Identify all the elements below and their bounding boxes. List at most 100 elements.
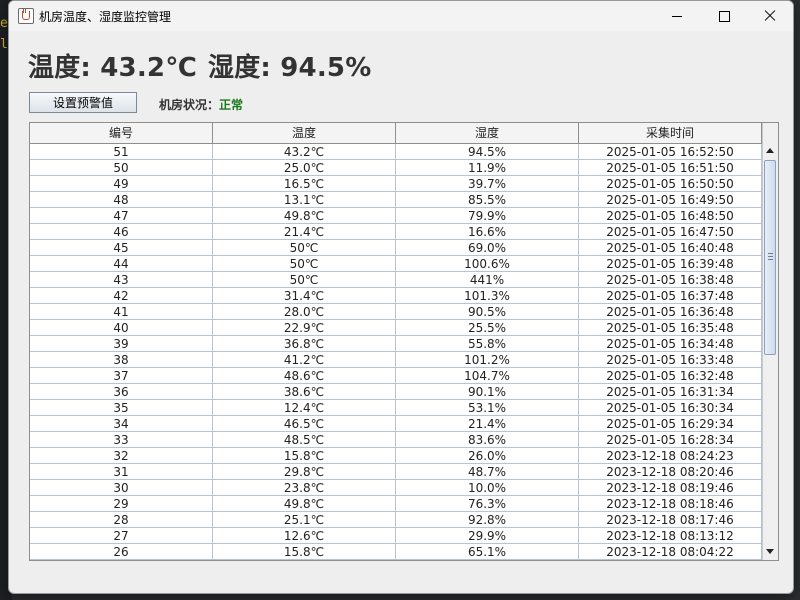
table-cell: 41 [30, 304, 213, 320]
table-cell: 104.7% [396, 368, 579, 384]
table-row[interactable]: 50 25.0℃ 11.9% 2025-01-05 16:51:50 [30, 160, 762, 176]
table-row[interactable]: 49 16.5℃ 39.7% 2025-01-05 16:50:50 [30, 176, 762, 192]
table-cell: 45 [30, 240, 213, 256]
table-cell: 47 [30, 208, 213, 224]
table-cell: 2023-12-18 08:24:23 [579, 448, 762, 464]
table-row[interactable]: 44 50℃ 100.6% 2025-01-05 16:39:48 [30, 256, 762, 272]
table-cell: 83.6% [396, 432, 579, 448]
table-cell: 85.5% [396, 192, 579, 208]
table-row[interactable]: 39 36.8℃ 55.8% 2025-01-05 16:34:48 [30, 336, 762, 352]
table-cell: 50℃ [213, 240, 396, 256]
column-header-id[interactable]: 编号 [30, 123, 213, 143]
table-row[interactable]: 48 13.1℃ 85.5% 2025-01-05 16:49:50 [30, 192, 762, 208]
table-row[interactable]: 28 25.1℃ 92.8% 2023-12-18 08:17:46 [30, 512, 762, 528]
table-row[interactable]: 51 43.2℃ 94.5% 2025-01-05 16:52:50 [30, 144, 762, 160]
maximize-button[interactable] [701, 1, 747, 31]
table-row[interactable]: 36 38.6℃ 90.1% 2025-01-05 16:31:34 [30, 384, 762, 400]
table-cell: 2023-12-18 08:13:12 [579, 528, 762, 544]
table-row[interactable]: 29 49.8℃ 76.3% 2023-12-18 08:18:46 [30, 496, 762, 512]
table-cell: 15.8℃ [213, 544, 396, 560]
room-status: 机房状况：正常 [159, 96, 243, 113]
data-table: 编号 温度 湿度 采集时间 51 43.2℃ 94.5% 2025-01-05 16:… [29, 122, 779, 561]
table-row[interactable]: 26 15.8℃ 65.1% 2023-12-18 08:04:22 [30, 544, 762, 560]
table-cell: 36.8℃ [213, 336, 396, 352]
table-row[interactable]: 31 29.8℃ 48.7% 2023-12-18 08:20:46 [30, 464, 762, 480]
humidity-reading: 湿度: 94.5% [208, 53, 372, 83]
table-cell: 441% [396, 272, 579, 288]
table-cell: 15.8℃ [213, 448, 396, 464]
table-header: 编号 温度 湿度 采集时间 [30, 123, 762, 144]
table-cell: 2025-01-05 16:35:48 [579, 320, 762, 336]
room-status-value: 正常 [219, 98, 244, 112]
table-cell: 31.4℃ [213, 288, 396, 304]
table-cell: 2025-01-05 16:37:48 [579, 288, 762, 304]
scroll-up-arrow-icon[interactable] [763, 143, 778, 159]
table-row[interactable]: 32 15.8℃ 26.0% 2023-12-18 08:24:23 [30, 448, 762, 464]
table-row[interactable]: 30 23.8℃ 10.0% 2023-12-18 08:19:46 [30, 480, 762, 496]
table-cell: 26 [30, 544, 213, 560]
table-cell: 2025-01-05 16:48:50 [579, 208, 762, 224]
app-window: 机房温度、湿度监控管理 温度: 43.2℃ 湿度: 94.5% 设置预警值 机房… [8, 0, 794, 594]
table-cell: 26.0% [396, 448, 579, 464]
table-row[interactable]: 45 50℃ 69.0% 2025-01-05 16:40:48 [30, 240, 762, 256]
table-cell: 21.4% [396, 416, 579, 432]
table-row[interactable]: 40 22.9℃ 25.5% 2025-01-05 16:35:48 [30, 320, 762, 336]
table-cell: 36 [30, 384, 213, 400]
table-cell: 42 [30, 288, 213, 304]
table-row[interactable]: 42 31.4℃ 101.3% 2025-01-05 16:37:48 [30, 288, 762, 304]
set-threshold-button[interactable]: 设置预警值 [29, 92, 137, 113]
table-cell: 2025-01-05 16:40:48 [579, 240, 762, 256]
scroll-down-arrow-icon[interactable] [763, 544, 778, 560]
table-cell: 40 [30, 320, 213, 336]
table-cell: 101.2% [396, 352, 579, 368]
table-row[interactable]: 43 50℃ 441% 2025-01-05 16:38:48 [30, 272, 762, 288]
table-row[interactable]: 41 28.0℃ 90.5% 2025-01-05 16:36:48 [30, 304, 762, 320]
table-cell: 39 [30, 336, 213, 352]
column-header-time[interactable]: 采集时间 [579, 123, 762, 143]
table-cell: 2025-01-05 16:36:48 [579, 304, 762, 320]
table-row[interactable]: 38 41.2℃ 101.2% 2025-01-05 16:33:48 [30, 352, 762, 368]
table-cell: 46 [30, 224, 213, 240]
table-cell: 2023-12-18 08:18:46 [579, 496, 762, 512]
table-cell: 13.1℃ [213, 192, 396, 208]
column-header-temperature[interactable]: 温度 [213, 123, 396, 143]
table-cell: 28 [30, 512, 213, 528]
table-cell: 25.5% [396, 320, 579, 336]
table-cell: 43 [30, 272, 213, 288]
table-cell: 22.9℃ [213, 320, 396, 336]
table-cell: 29 [30, 496, 213, 512]
table-cell: 50℃ [213, 272, 396, 288]
background-glyph: l [0, 37, 8, 52]
table-row[interactable]: 35 12.4℃ 53.1% 2025-01-05 16:30:34 [30, 400, 762, 416]
table-row[interactable]: 46 21.4℃ 16.6% 2025-01-05 16:47:50 [30, 224, 762, 240]
table-cell: 49 [30, 176, 213, 192]
scrollbar-thumb[interactable] [764, 160, 776, 355]
table-cell: 94.5% [396, 144, 579, 160]
window-title: 机房温度、湿度监控管理 [39, 10, 172, 24]
table-cell: 31 [30, 464, 213, 480]
table-row[interactable]: 47 49.8℃ 79.9% 2025-01-05 16:48:50 [30, 208, 762, 224]
table-row[interactable]: 34 46.5℃ 21.4% 2025-01-05 16:29:34 [30, 416, 762, 432]
table-cell: 2025-01-05 16:47:50 [579, 224, 762, 240]
column-header-humidity[interactable]: 湿度 [396, 123, 579, 143]
table-cell: 53.1% [396, 400, 579, 416]
table-row[interactable]: 33 48.5℃ 83.6% 2025-01-05 16:28:34 [30, 432, 762, 448]
table-cell: 2025-01-05 16:32:48 [579, 368, 762, 384]
vertical-scrollbar[interactable] [762, 123, 778, 560]
table-cell: 38 [30, 352, 213, 368]
table-cell: 43.2℃ [213, 144, 396, 160]
close-button[interactable] [747, 1, 793, 31]
table-cell: 65.1% [396, 544, 579, 560]
room-status-label: 机房状况： [159, 98, 220, 112]
minimize-button[interactable] [654, 1, 700, 31]
table-cell: 38.6℃ [213, 384, 396, 400]
table-row[interactable]: 27 12.6℃ 29.9% 2023-12-18 08:13:12 [30, 528, 762, 544]
table-row[interactable]: 37 48.6℃ 104.7% 2025-01-05 16:32:48 [30, 368, 762, 384]
table-cell: 39.7% [396, 176, 579, 192]
table-cell: 2025-01-05 16:39:48 [579, 256, 762, 272]
table-cell: 49.8℃ [213, 496, 396, 512]
table-cell: 2025-01-05 16:51:50 [579, 160, 762, 176]
table-cell: 55.8% [396, 336, 579, 352]
table-cell: 25.1℃ [213, 512, 396, 528]
table-cell: 2025-01-05 16:30:34 [579, 400, 762, 416]
